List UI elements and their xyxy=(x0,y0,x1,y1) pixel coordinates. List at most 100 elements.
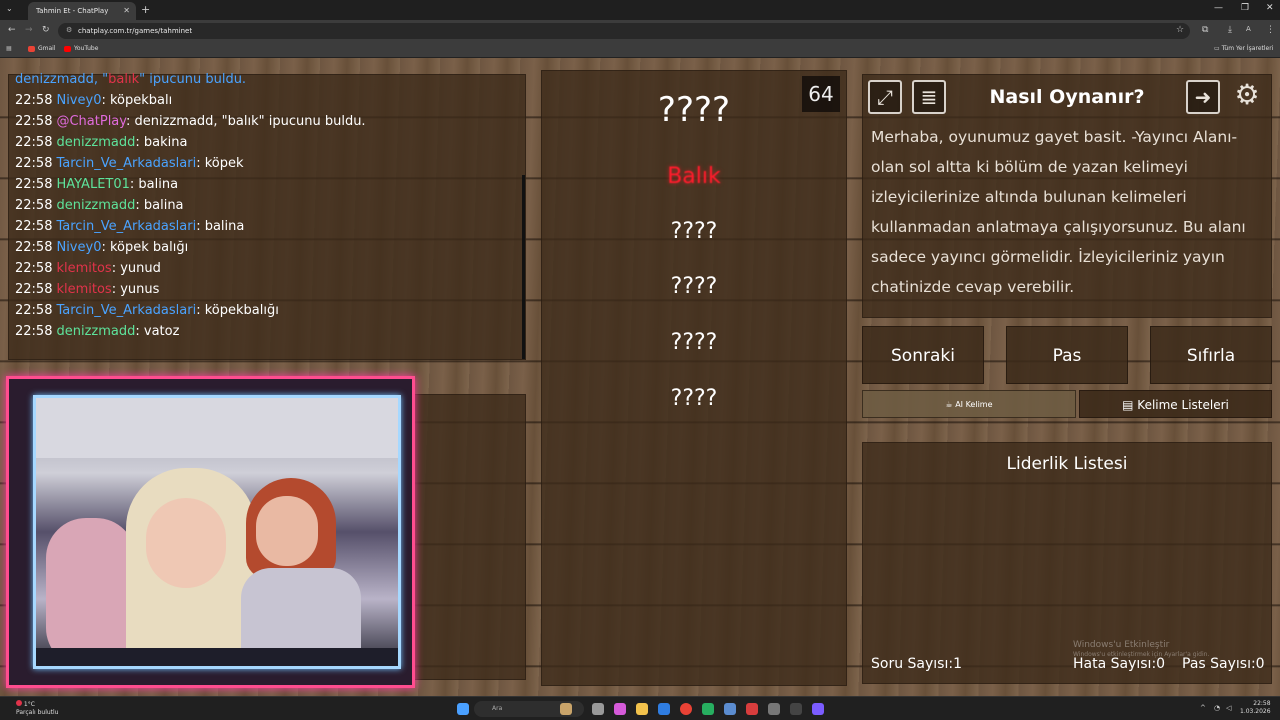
chat-partial-line: denizzmadd, "balık" ipucunu buldu. xyxy=(15,72,246,87)
all-bookmarks-label: Tüm Yer İşaretleri xyxy=(1221,45,1274,52)
pass-count: Pas Sayısı:0 xyxy=(1182,656,1265,672)
bookmark-youtube[interactable]: YouTube xyxy=(64,45,98,52)
face-left xyxy=(146,498,226,588)
chat-message: 22:58 denizzmadd: balina xyxy=(15,198,184,213)
chat-message: 22:58 Tarcin_Ve_Arkadaslari: köpekbalığı xyxy=(15,303,279,318)
chat-word: balık xyxy=(108,72,140,87)
chair xyxy=(46,518,136,666)
store-icon[interactable] xyxy=(658,703,670,715)
app-icon[interactable] xyxy=(812,703,824,715)
chat-user[interactable]: denizzmadd xyxy=(56,198,135,213)
chat-time: 22:58 xyxy=(15,303,53,318)
tab-title: Tahmin Et - ChatPlay xyxy=(36,7,109,15)
maximize-icon[interactable]: ❐ xyxy=(1241,3,1249,13)
chat-user[interactable]: HAYALET01 xyxy=(56,177,129,192)
chat-text: , " xyxy=(93,72,109,87)
chat-text: : balina xyxy=(129,177,179,192)
word-lists-button[interactable]: ▤ Kelime Listeleri xyxy=(1079,390,1272,418)
app-icon[interactable] xyxy=(768,703,780,715)
chat-user[interactable]: Tarcin_Ve_Arkadaslari xyxy=(56,303,196,318)
site-info-icon[interactable]: ⚙ xyxy=(66,26,72,34)
chrome-icon[interactable] xyxy=(680,703,692,715)
reset-button[interactable]: Sıfırla xyxy=(1150,326,1272,384)
list-icon: ▤ xyxy=(1122,398,1134,412)
forward-icon[interactable]: → xyxy=(25,25,33,35)
chat-message: 22:58 denizzmadd: vatoz xyxy=(15,324,179,339)
exit-icon[interactable]: ➜ xyxy=(1186,80,1220,114)
file-explorer-icon[interactable] xyxy=(636,703,648,715)
extensions-icon[interactable]: ⧉ xyxy=(1202,25,1208,35)
chat-message: 22:58 Nivey0: köpek balığı xyxy=(15,240,188,255)
new-tab-icon[interactable]: + xyxy=(141,3,150,16)
app-icon[interactable] xyxy=(702,703,714,715)
chat-scrollbar[interactable] xyxy=(522,175,525,359)
webcam-overlay xyxy=(6,376,415,688)
close-tab-icon[interactable]: ✕ xyxy=(123,6,130,15)
chat-text: : köpek balığı xyxy=(101,240,189,255)
menu-icon[interactable]: ⋮ xyxy=(1266,25,1275,35)
url-text: chatplay.com.tr/games/tahminet xyxy=(78,27,193,35)
minimize-icon[interactable]: — xyxy=(1214,3,1223,13)
bookmarks-bar: ▦ Gmail YouTube ▭ Tüm Yer İşaretleri xyxy=(0,42,1280,58)
chat-user[interactable]: klemitos xyxy=(56,261,111,276)
chat-text: : yunud xyxy=(111,261,161,276)
hidden-word: ???? xyxy=(670,274,718,299)
app-icon[interactable] xyxy=(746,703,758,715)
chat-user: denizzmadd xyxy=(15,72,94,87)
start-icon[interactable] xyxy=(457,703,469,715)
next-button[interactable]: Sonraki xyxy=(862,326,984,384)
hidden-word: ???? xyxy=(670,386,718,411)
address-bar[interactable]: ⚙ chatplay.com.tr/games/tahminet xyxy=(58,23,1190,39)
chat-text: : vatoz xyxy=(135,324,180,339)
foreground xyxy=(36,648,398,666)
close-window-icon[interactable]: ✕ xyxy=(1266,3,1274,13)
wifi-icon[interactable]: ◔ xyxy=(1214,704,1220,712)
chat-user[interactable]: klemitos xyxy=(56,282,111,297)
chat-user[interactable]: Tarcin_Ve_Arkadaslari xyxy=(56,219,196,234)
capcut-icon[interactable] xyxy=(790,703,802,715)
steam-icon[interactable] xyxy=(724,703,736,715)
chat-user[interactable]: denizzmadd xyxy=(56,324,135,339)
error-count: Hata Sayısı:0 xyxy=(1073,656,1166,672)
back-icon[interactable]: ← xyxy=(8,25,16,35)
profile-avatar[interactable]: A xyxy=(1246,25,1251,33)
pass-button[interactable]: Pas xyxy=(1006,326,1128,384)
copilot-icon[interactable] xyxy=(614,703,626,715)
download-icon[interactable]: ⤓ xyxy=(1228,25,1232,35)
main-word: ???? xyxy=(657,90,731,130)
ai-icon: ☕ xyxy=(945,400,953,409)
chat-text: : köpekbalığı xyxy=(196,303,279,318)
bookmark-star-icon[interactable]: ☆ xyxy=(1176,25,1184,35)
volume-icon[interactable]: ◁ xyxy=(1226,704,1231,712)
weather-widget[interactable]: 1°C Parçalı bulutlu xyxy=(16,700,58,717)
chat-text: : bakina xyxy=(135,135,188,150)
chat-time: 22:58 xyxy=(15,114,53,129)
bookmark-label: Gmail xyxy=(38,45,56,52)
all-bookmarks[interactable]: ▭ Tüm Yer İşaretleri xyxy=(1214,45,1273,52)
browser-tab[interactable]: Tahmin Et - ChatPlay ✕ xyxy=(28,2,136,20)
chat-message: 22:58 klemitos: yunud xyxy=(15,261,161,276)
chat-message: 22:58 klemitos: yunus xyxy=(15,282,159,297)
tab-search-icon[interactable]: ⌄ xyxy=(6,4,13,13)
apps-icon[interactable]: ▦ xyxy=(6,45,12,52)
chat-user[interactable]: Nivey0 xyxy=(56,93,101,108)
hidden-word: ???? xyxy=(670,330,718,355)
chat-user[interactable]: @ChatPlay xyxy=(56,114,126,129)
ai-word-button[interactable]: ☕ AI Kelime xyxy=(862,390,1076,418)
chat-user[interactable]: denizzmadd xyxy=(56,135,135,150)
bookmark-gmail[interactable]: Gmail xyxy=(28,45,56,52)
gmail-icon xyxy=(28,45,35,52)
chat-text: : denizzmadd, "balık" ipucunu buldu. xyxy=(126,114,366,129)
widget-icon[interactable] xyxy=(560,703,572,715)
chat-user[interactable]: Nivey0 xyxy=(56,240,101,255)
reload-icon[interactable]: ↻ xyxy=(42,25,50,35)
chat-user[interactable]: Tarcin_Ve_Arkadaslari xyxy=(56,156,196,171)
settings-gear-icon[interactable]: ⚙ xyxy=(1230,80,1264,114)
words-panel xyxy=(541,70,847,686)
system-tray-icon[interactable]: ^ xyxy=(1200,704,1206,712)
leaderboard-title: Liderlik Listesi xyxy=(1006,454,1128,474)
task-view-icon[interactable] xyxy=(592,703,604,715)
face-right xyxy=(256,496,318,566)
clock[interactable]: 22:58 1.03.2026 xyxy=(1240,700,1271,716)
bookmark-label: YouTube xyxy=(74,45,99,52)
